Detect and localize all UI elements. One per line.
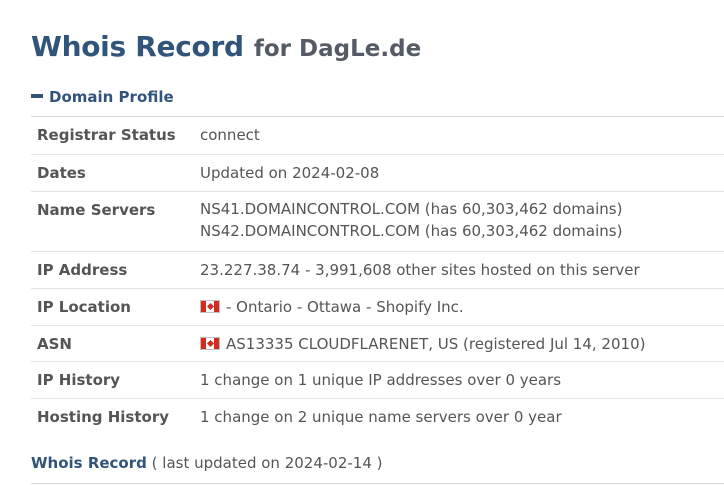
- table-row-registrar-status: Registrar Status connect: [31, 117, 724, 155]
- table-row-asn: ASN AS13335 CLOUDFLARENET, US (registere…: [31, 326, 724, 362]
- page-title-domain: for DagLe.de: [253, 36, 422, 62]
- page-title-main: Whois Record: [31, 30, 244, 63]
- domain-profile-table: Registrar Status connect Dates Updated o…: [31, 116, 724, 436]
- divider: [31, 483, 724, 484]
- asn-text: AS13335 CLOUDFLARENET, US (registered Ju…: [226, 335, 646, 353]
- row-value: 23.227.38.74 - 3,991,608 other sites hos…: [200, 261, 640, 279]
- row-label: ASN: [37, 335, 72, 353]
- ip-location-text: - Ontario - Ottawa - Shopify Inc.: [226, 298, 464, 316]
- row-value: NS41.DOMAINCONTROL.COM (has 60,303,462 d…: [200, 192, 724, 251]
- row-value: 1 change on 1 unique IP addresses over 0…: [200, 371, 562, 389]
- row-label: Name Servers: [37, 201, 156, 219]
- row-value: connect: [200, 126, 260, 144]
- row-label: Registrar Status: [37, 126, 176, 144]
- domain-profile-label: Domain Profile: [49, 88, 174, 106]
- row-value: 1 change on 2 unique name servers over 0…: [200, 408, 562, 426]
- canada-flag-icon: [200, 337, 220, 350]
- whois-record-header: Whois Record ( last updated on 2024-02-1…: [31, 454, 383, 472]
- whois-record-link[interactable]: Whois Record: [31, 454, 147, 472]
- row-value: - Ontario - Ottawa - Shopify Inc.: [200, 289, 724, 325]
- row-label: IP Location: [37, 298, 131, 316]
- row-label: IP Address: [37, 261, 128, 279]
- table-row-ip-address: IP Address 23.227.38.74 - 3,991,608 othe…: [31, 252, 724, 289]
- table-row-hosting-history: Hosting History 1 change on 2 unique nam…: [31, 399, 724, 436]
- domain-profile-toggle[interactable]: Domain Profile: [31, 88, 174, 106]
- canada-flag-icon: [200, 300, 220, 313]
- whois-last-updated: ( last updated on 2024-02-14 ): [151, 454, 383, 472]
- name-server-2: NS42.DOMAINCONTROL.COM (has 60,303,462 d…: [200, 222, 623, 240]
- row-label: IP History: [37, 371, 121, 389]
- collapse-dash-icon: [31, 93, 43, 98]
- table-row-dates: Dates Updated on 2024-02-08: [31, 155, 724, 192]
- name-server-1: NS41.DOMAINCONTROL.COM (has 60,303,462 d…: [200, 200, 623, 218]
- table-row-ip-location: IP Location - Ontario - Ottawa - Shopify…: [31, 289, 724, 326]
- row-value: AS13335 CLOUDFLARENET, US (registered Ju…: [200, 326, 724, 361]
- table-row-ip-history: IP History 1 change on 1 unique IP addre…: [31, 362, 724, 399]
- row-label: Dates: [37, 164, 86, 182]
- row-value: Updated on 2024-02-08: [200, 164, 380, 182]
- table-row-name-servers: Name Servers NS41.DOMAINCONTROL.COM (has…: [31, 192, 724, 252]
- page-title: Whois Record for DagLe.de: [31, 26, 421, 64]
- row-label: Hosting History: [37, 408, 170, 426]
